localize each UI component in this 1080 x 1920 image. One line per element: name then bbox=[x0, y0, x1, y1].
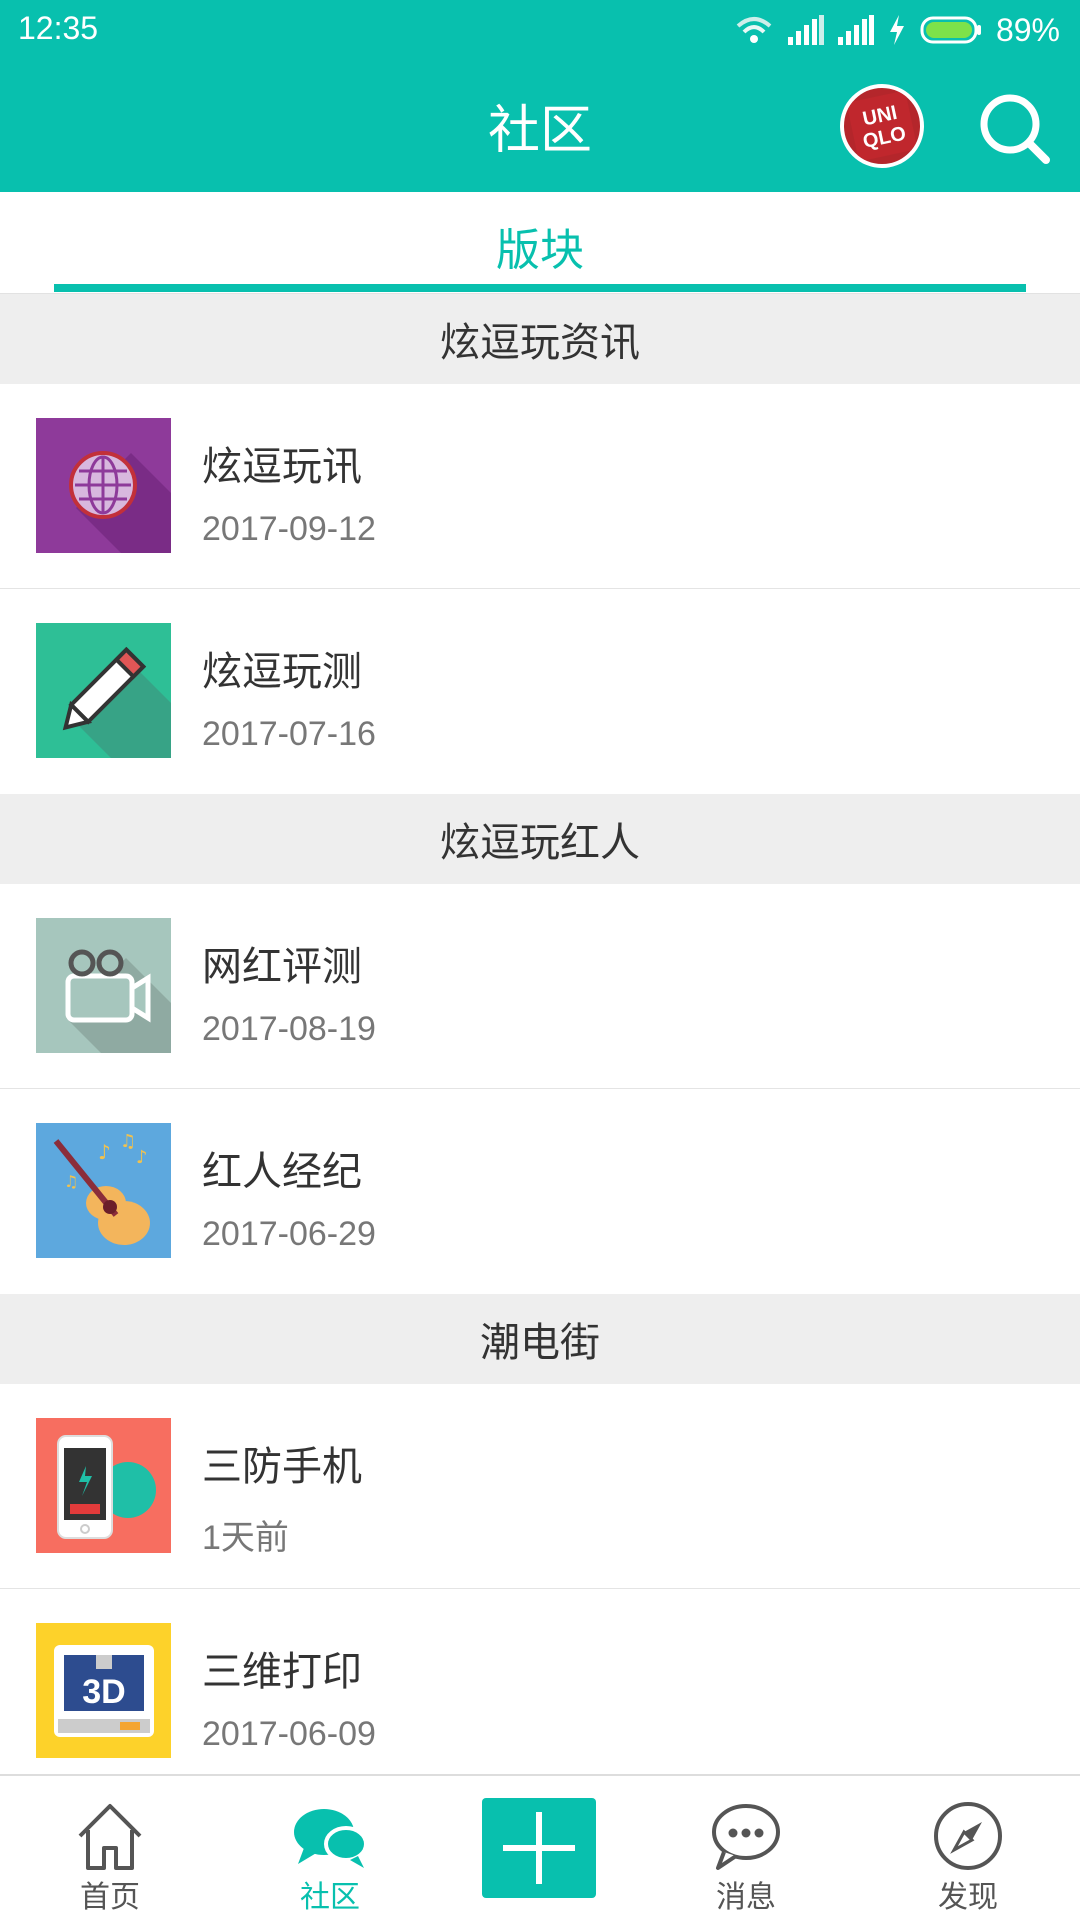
item-date: 1天前 bbox=[202, 1519, 289, 1557]
app-bar: 社区 UNI QLO bbox=[0, 60, 1080, 192]
plus-icon bbox=[503, 1812, 575, 1884]
item-date: 2017-09-12 bbox=[202, 510, 376, 548]
status-bar: 12:35 89% bbox=[0, 0, 1080, 60]
list-item[interactable]: 炫逗玩测 2017-07-16 bbox=[0, 589, 1080, 794]
svg-text:♫: ♫ bbox=[120, 1131, 136, 1152]
tab-indicator bbox=[54, 284, 1026, 292]
list-item[interactable]: 3D 三维打印 2017-06-09 bbox=[0, 1589, 1080, 1774]
section-header: 潮电街 bbox=[0, 1294, 1080, 1384]
nav-messages-label: 消息 bbox=[716, 1880, 776, 1915]
svg-text:♪: ♪ bbox=[136, 1147, 148, 1168]
phone-battery-icon bbox=[36, 1418, 171, 1553]
nav-home-label: 首页 bbox=[80, 1880, 140, 1915]
board-list[interactable]: 炫逗玩资讯 炫逗玩讯 2017-09-12 炫逗玩测 2017-07-16 炫逗… bbox=[0, 294, 1080, 1774]
uniqlo-logo: UNI QLO bbox=[846, 90, 918, 162]
signal-icon-2 bbox=[837, 15, 874, 45]
avatar[interactable]: UNI QLO bbox=[840, 84, 924, 168]
svg-text:♪: ♪ bbox=[98, 1140, 111, 1164]
nav-discover-label: 发现 bbox=[938, 1880, 998, 1915]
nav-community-label: 社区 bbox=[300, 1880, 360, 1915]
pencil-icon bbox=[36, 623, 171, 758]
list-item[interactable]: 网红评测 2017-08-19 bbox=[0, 884, 1080, 1089]
search-button[interactable] bbox=[976, 90, 1056, 170]
search-icon bbox=[980, 94, 1050, 164]
item-title: 三维打印 bbox=[202, 1649, 362, 1695]
item-title: 三防手机 bbox=[202, 1444, 362, 1490]
3d-printer-icon: 3D bbox=[36, 1623, 171, 1758]
home-icon bbox=[78, 1804, 142, 1870]
item-title: 炫逗玩测 bbox=[202, 649, 362, 695]
list-item[interactable]: 炫逗玩讯 2017-09-12 bbox=[0, 384, 1080, 589]
item-date: 2017-06-29 bbox=[202, 1215, 376, 1253]
svg-text:3D: 3D bbox=[82, 1673, 125, 1711]
svg-text:♫: ♫ bbox=[64, 1172, 78, 1191]
list-item[interactable]: ♪ ♫ ♪ ♫ 红人经纪 2017-06-29 bbox=[0, 1089, 1080, 1294]
item-title: 炫逗玩讯 bbox=[202, 444, 362, 490]
status-icons: 89% bbox=[734, 8, 1060, 52]
nav-discover[interactable]: 发现 bbox=[888, 1776, 1048, 1920]
battery-icon bbox=[920, 16, 981, 44]
nav-community[interactable]: 社区 bbox=[250, 1776, 410, 1920]
item-date: 2017-06-09 bbox=[202, 1715, 376, 1753]
battery-percent: 89% bbox=[995, 11, 1060, 48]
video-camera-icon bbox=[36, 918, 171, 1053]
list-item[interactable]: 三防手机 1天前 bbox=[0, 1384, 1080, 1589]
signal-icon bbox=[787, 15, 824, 45]
add-post-button[interactable] bbox=[482, 1798, 596, 1898]
nav-messages[interactable]: 消息 bbox=[666, 1776, 826, 1920]
item-date: 2017-08-19 bbox=[202, 1010, 376, 1048]
message-icon bbox=[712, 1804, 780, 1870]
wifi-icon bbox=[736, 17, 772, 43]
tab-board[interactable]: 版块 bbox=[0, 214, 1080, 278]
charging-icon bbox=[889, 15, 904, 45]
chat-bubbles-icon bbox=[294, 1809, 368, 1868]
globe-icon bbox=[36, 418, 171, 553]
item-title: 网红评测 bbox=[202, 944, 362, 990]
section-header: 炫逗玩资讯 bbox=[0, 294, 1080, 384]
guitar-icon: ♪ ♫ ♪ ♫ bbox=[36, 1123, 171, 1258]
nav-home[interactable]: 首页 bbox=[30, 1776, 190, 1920]
bottom-nav: 首页 社区 消息 发现 bbox=[0, 1774, 1080, 1920]
section-header: 炫逗玩红人 bbox=[0, 794, 1080, 884]
tab-bar: 版块 bbox=[0, 192, 1080, 294]
compass-icon bbox=[934, 1802, 1002, 1870]
item-title: 红人经纪 bbox=[202, 1149, 362, 1195]
item-date: 2017-07-16 bbox=[202, 715, 376, 753]
status-time: 12:35 bbox=[18, 10, 99, 46]
